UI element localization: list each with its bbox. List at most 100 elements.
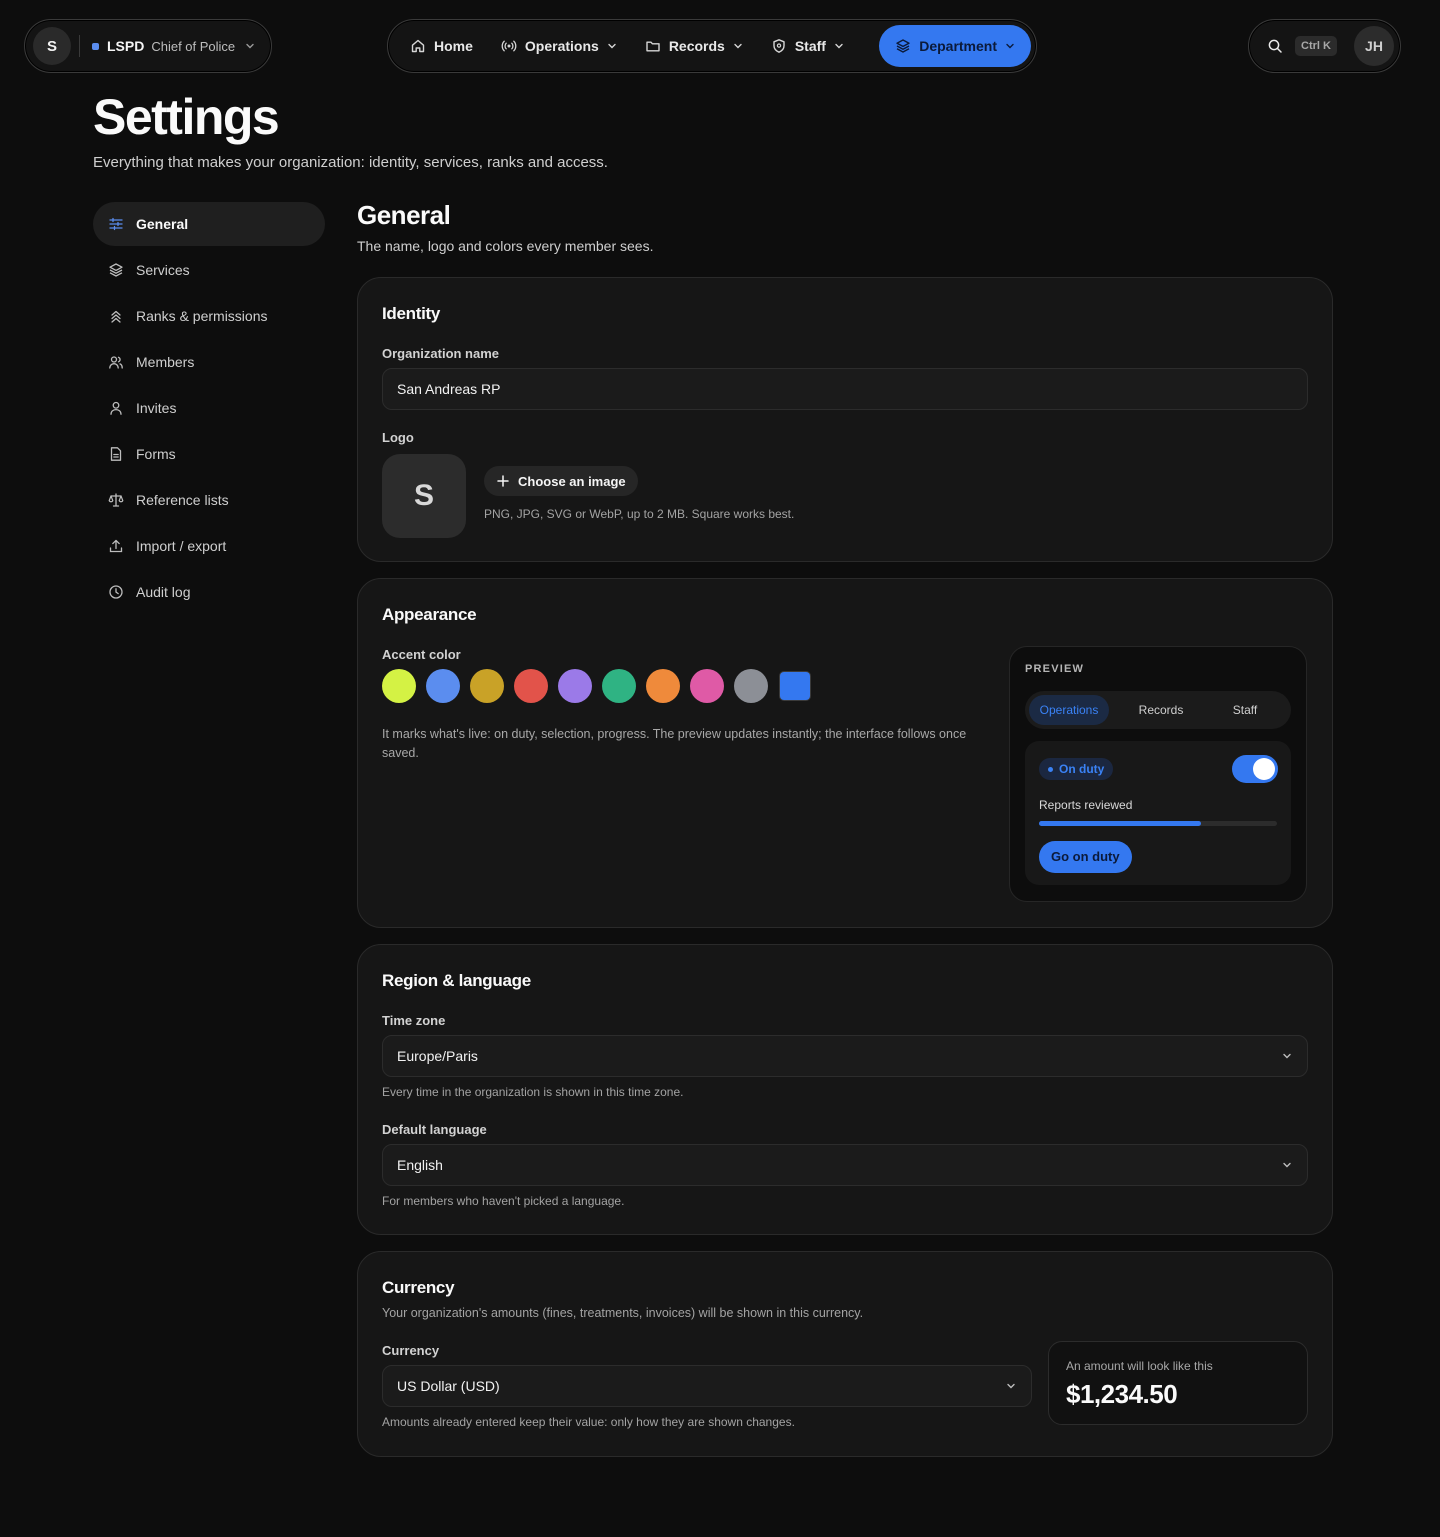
- org-avatar: S: [33, 27, 71, 65]
- toggle-knob: [1253, 758, 1275, 780]
- accent-swatch-9[interactable]: [734, 669, 768, 703]
- preview-tabs: Operations Records Staff: [1025, 691, 1291, 729]
- upload-icon: [108, 538, 124, 554]
- nav-department[interactable]: Department: [879, 25, 1031, 67]
- accent-swatch-5[interactable]: [558, 669, 592, 703]
- nav-home[interactable]: Home: [398, 25, 485, 67]
- language-value: English: [397, 1157, 443, 1173]
- org-status-dot: [92, 42, 99, 50]
- currency-subtitle: Your organization's amounts (fines, trea…: [382, 1306, 864, 1320]
- status-badge-label: On duty: [1059, 762, 1105, 776]
- accent-color-label: Accent color: [382, 647, 461, 662]
- choose-image-label: Choose an image: [518, 473, 626, 489]
- accent-swatch-4[interactable]: [514, 669, 548, 703]
- page-title: Settings: [93, 89, 280, 145]
- users-icon: [108, 354, 124, 370]
- search-icon[interactable]: [1267, 38, 1283, 54]
- sidebar-item-forms[interactable]: Forms: [93, 432, 325, 476]
- sidebar-item-label: Reference lists: [136, 492, 229, 508]
- sidebar-item-reference-lists[interactable]: Reference lists: [93, 478, 325, 522]
- language-hint: For members who haven't picked a languag…: [382, 1194, 625, 1208]
- sidebar-item-label: Invites: [136, 400, 177, 416]
- choose-image-button[interactable]: Choose an image: [484, 466, 638, 496]
- logo-hint: PNG, JPG, SVG or WebP, up to 2 MB. Squar…: [484, 507, 795, 521]
- duty-toggle[interactable]: [1232, 755, 1278, 783]
- appearance-card: Appearance Accent color It marks what's …: [357, 578, 1333, 928]
- main-nav: Home Operations Records Staff Department: [387, 19, 1037, 73]
- tools-bar: Ctrl K JH: [1248, 19, 1401, 73]
- user-avatar[interactable]: JH: [1354, 26, 1394, 66]
- go-on-duty-button[interactable]: Go on duty: [1039, 841, 1132, 873]
- card-title: Appearance: [382, 605, 477, 624]
- logo-preview: S: [382, 454, 466, 538]
- preview-label: PREVIEW: [1025, 663, 1085, 675]
- currency-card: Currency Your organization's amounts (fi…: [357, 1251, 1333, 1457]
- divider: [79, 35, 80, 57]
- chevron-down-icon: [245, 41, 255, 51]
- org-role: Chief of Police: [151, 38, 236, 54]
- sidebar-item-label: Members: [136, 354, 195, 370]
- card-title: Identity: [382, 304, 441, 323]
- page-subtitle: Everything that makes your organization:…: [93, 154, 608, 171]
- logo-label: Logo: [382, 430, 414, 445]
- file-icon: [108, 446, 124, 462]
- accent-swatch-7[interactable]: [646, 669, 680, 703]
- preview-tab-records[interactable]: Records: [1119, 695, 1203, 725]
- sidebar-item-label: General: [136, 216, 189, 232]
- layers-icon: [108, 262, 124, 278]
- timezone-select[interactable]: Europe/Paris: [382, 1035, 1308, 1077]
- amount-preview-value: $1,234.50: [1066, 1379, 1178, 1409]
- org-name-field[interactable]: San Andreas RP: [382, 368, 1308, 410]
- preview-tab-staff[interactable]: Staff: [1203, 695, 1287, 725]
- timezone-hint: Every time in the organization is shown …: [382, 1085, 684, 1099]
- accent-swatch-8[interactable]: [690, 669, 724, 703]
- region-card: Region & language Time zone Europe/Paris…: [357, 944, 1333, 1235]
- sidebar-item-audit-log[interactable]: Audit log: [93, 570, 325, 614]
- accent-swatch-3[interactable]: [470, 669, 504, 703]
- nav-records-label: Records: [668, 38, 725, 54]
- currency-hint: Amounts already entered keep their value…: [382, 1415, 795, 1429]
- card-title: Region & language: [382, 971, 531, 990]
- custom-color-picker[interactable]: [780, 672, 810, 700]
- language-label: Default language: [382, 1122, 487, 1137]
- folder-icon: [645, 38, 661, 54]
- timezone-label: Time zone: [382, 1013, 446, 1028]
- accent-swatch-1[interactable]: [382, 669, 416, 703]
- chevron-down-icon: [1005, 41, 1015, 51]
- nav-home-label: Home: [434, 38, 473, 54]
- clock-icon: [108, 584, 124, 600]
- accent-swatch-2[interactable]: [426, 669, 460, 703]
- accent-color-swatches: [382, 669, 810, 703]
- nav-staff[interactable]: Staff: [759, 25, 856, 67]
- shield-icon: [771, 38, 787, 54]
- layers-icon: [895, 38, 911, 54]
- language-select[interactable]: English: [382, 1144, 1308, 1186]
- org-switcher[interactable]: S LSPD Chief of Police: [24, 19, 272, 73]
- settings-sidebar: General Services Ranks & permissions Mem…: [93, 202, 325, 616]
- org-name: LSPD: [107, 38, 145, 54]
- preview-panel: On duty Reports reviewed Go on duty: [1025, 741, 1291, 885]
- nav-staff-label: Staff: [794, 38, 826, 54]
- status-dot: [1048, 766, 1053, 772]
- sidebar-item-services[interactable]: Services: [93, 248, 325, 292]
- preview-tab-operations[interactable]: Operations: [1029, 695, 1109, 725]
- accent-swatch-6[interactable]: [602, 669, 636, 703]
- status-badge: On duty: [1039, 758, 1114, 780]
- sidebar-item-invites[interactable]: Invites: [93, 386, 325, 430]
- sliders-icon: [108, 216, 124, 232]
- sidebar-item-import-export[interactable]: Import / export: [93, 524, 325, 568]
- progress-label: Reports reviewed: [1039, 798, 1133, 812]
- chevron-down-icon: [1005, 1380, 1017, 1392]
- card-title: Currency: [382, 1278, 455, 1297]
- sidebar-item-general[interactable]: General: [93, 202, 325, 246]
- nav-records[interactable]: Records: [633, 25, 755, 67]
- timezone-value: Europe/Paris: [397, 1048, 478, 1064]
- chevron-down-icon: [733, 41, 743, 51]
- nav-operations[interactable]: Operations: [489, 25, 629, 67]
- sidebar-item-label: Services: [136, 262, 190, 278]
- currency-select[interactable]: US Dollar (USD): [382, 1365, 1032, 1407]
- sidebar-item-ranks[interactable]: Ranks & permissions: [93, 294, 325, 338]
- sidebar-item-members[interactable]: Members: [93, 340, 325, 384]
- amount-preview: An amount will look like this $1,234.50: [1048, 1341, 1308, 1425]
- identity-card: Identity Organization name San Andreas R…: [357, 277, 1333, 562]
